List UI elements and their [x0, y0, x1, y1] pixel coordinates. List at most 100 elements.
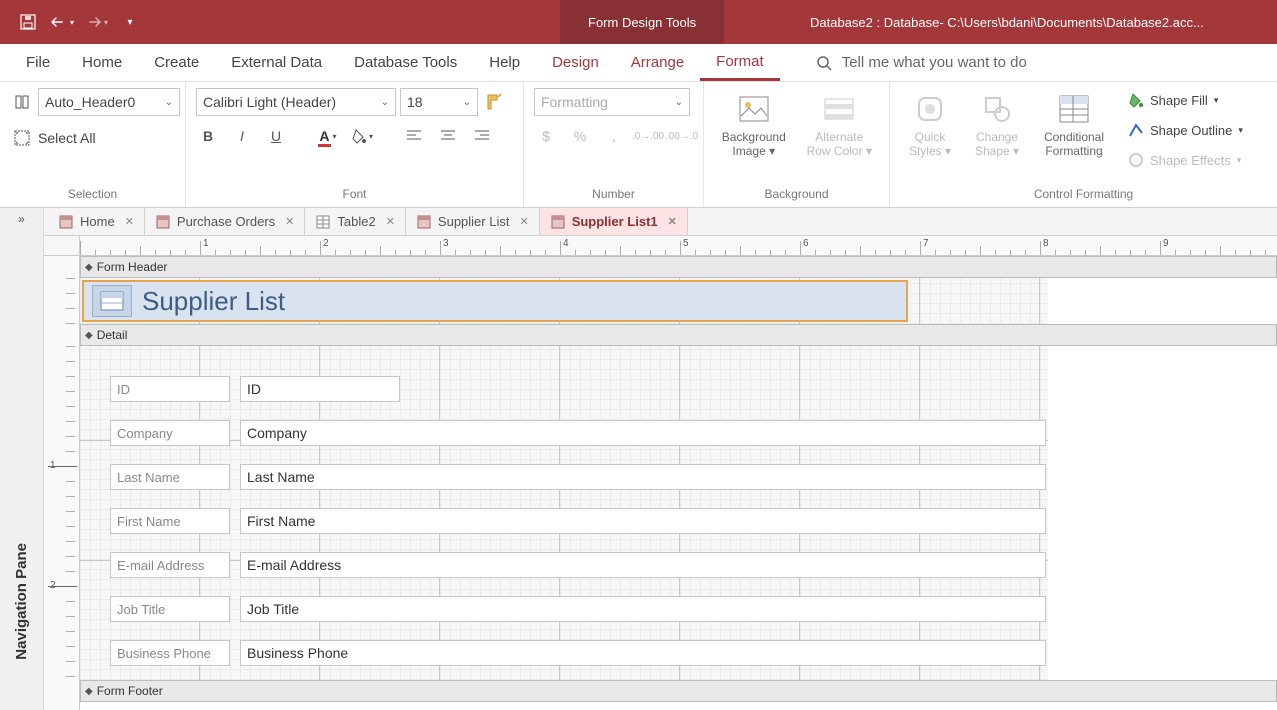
tell-me-label: Tell me what you want to do: [842, 54, 1027, 71]
tab-external-data[interactable]: External Data: [215, 46, 338, 79]
object-selector[interactable]: Auto_Header0 ⌄: [38, 88, 180, 116]
navigation-pane-collapsed[interactable]: » Navigation Pane: [0, 208, 44, 710]
font-color-button[interactable]: A ▾: [316, 124, 340, 148]
close-icon[interactable]: ✕: [668, 215, 677, 228]
section-bar-form-footer[interactable]: ◆ Form Footer: [80, 680, 1277, 702]
decrease-decimals-button: .00→.0: [670, 124, 694, 148]
form-design-canvas[interactable]: ◆ Form Header Supplier List ◆ Detail: [80, 256, 1277, 710]
outline-icon: [1128, 122, 1144, 138]
horizontal-ruler[interactable]: 123456789: [80, 236, 1277, 256]
doc-tab-supplier-list[interactable]: Supplier List ✕: [406, 208, 540, 235]
qat-customize-icon[interactable]: ▾: [116, 8, 144, 36]
italic-button[interactable]: I: [230, 124, 254, 148]
chevron-down-icon: ⌄: [165, 97, 173, 108]
align-center-button[interactable]: [436, 124, 460, 148]
underline-button[interactable]: U: [264, 124, 288, 148]
field-control[interactable]: Company: [240, 420, 1046, 446]
doc-tab-label: Supplier List1: [572, 214, 658, 229]
number-format-value: Formatting: [541, 94, 608, 110]
form-title-control[interactable]: Supplier List: [82, 280, 908, 322]
table-icon: [315, 214, 331, 230]
form-icon: [550, 214, 566, 230]
tab-format[interactable]: Format: [700, 45, 780, 81]
ruler-corner[interactable]: [44, 236, 80, 256]
form-icon: [155, 214, 171, 230]
field-label[interactable]: E-mail Address: [110, 552, 230, 578]
shape-outline-button[interactable]: Shape Outline ▾: [1128, 118, 1243, 142]
align-right-button[interactable]: [470, 124, 494, 148]
redo-button[interactable]: ▾: [82, 8, 110, 36]
doc-tab-table2[interactable]: Table2 ✕: [305, 208, 406, 235]
tab-design[interactable]: Design: [536, 46, 615, 79]
close-icon[interactable]: ✕: [386, 215, 395, 228]
field-label[interactable]: Company: [110, 420, 230, 446]
fill-color-button[interactable]: ▾: [350, 124, 374, 148]
doc-tab-label: Supplier List: [438, 214, 510, 229]
alt-row-color-label: Alternate Row Color: [807, 130, 864, 158]
section-bar-form-header[interactable]: ◆ Form Header: [80, 256, 1277, 278]
form-logo-icon[interactable]: [92, 285, 132, 317]
field-control[interactable]: E-mail Address: [240, 552, 1046, 578]
conditional-formatting-button[interactable]: Conditional Formatting: [1034, 88, 1114, 162]
field-control[interactable]: Business Phone: [240, 640, 1046, 666]
select-object-icon[interactable]: [10, 90, 34, 114]
shape-fill-button[interactable]: Shape Fill ▾: [1128, 88, 1243, 112]
font-face-value: Calibri Light (Header): [203, 94, 336, 110]
image-icon: [737, 92, 771, 126]
undo-button[interactable]: ▾: [48, 8, 76, 36]
field-control[interactable]: First Name: [240, 508, 1046, 534]
close-icon[interactable]: ✕: [519, 215, 528, 228]
thousands-button: ,: [602, 124, 626, 148]
navigation-pane-label: Navigation Pane: [13, 543, 30, 660]
font-size-value: 18: [407, 94, 423, 110]
group-label-control-formatting: Control Formatting: [900, 185, 1267, 205]
tab-create[interactable]: Create: [138, 46, 215, 79]
ribbon-tabs: File Home Create External Data Database …: [0, 44, 1277, 82]
chevron-down-icon: ⌄: [675, 97, 683, 108]
percent-button: %: [568, 124, 592, 148]
tab-arrange[interactable]: Arrange: [615, 46, 700, 79]
close-icon[interactable]: ✕: [125, 215, 134, 228]
field-label[interactable]: Business Phone: [110, 640, 230, 666]
form-icon: [416, 214, 432, 230]
expand-pane-icon[interactable]: »: [18, 212, 25, 226]
section-label: Form Footer: [97, 684, 163, 698]
table-rows-icon: [822, 92, 856, 126]
field-control[interactable]: Job Title: [240, 596, 1046, 622]
section-bar-detail[interactable]: ◆ Detail: [80, 324, 1277, 346]
form-icon: [58, 214, 74, 230]
close-icon[interactable]: ✕: [285, 215, 294, 228]
format-painter-button[interactable]: [482, 90, 506, 114]
section-label: Detail: [97, 328, 128, 342]
bold-button[interactable]: B: [196, 124, 220, 148]
tab-home[interactable]: Home: [66, 46, 138, 79]
change-shape-icon: [980, 92, 1014, 126]
tell-me-search[interactable]: Tell me what you want to do: [816, 54, 1027, 71]
font-face-selector[interactable]: Calibri Light (Header) ⌄: [196, 88, 396, 116]
section-label: Form Header: [97, 260, 168, 274]
save-icon[interactable]: [14, 8, 42, 36]
ribbon: Auto_Header0 ⌄ Select All Selection Cali…: [0, 82, 1277, 208]
tab-help[interactable]: Help: [473, 46, 536, 79]
doc-tab-purchase-orders[interactable]: Purchase Orders ✕: [145, 208, 305, 235]
background-image-label: Background Image: [722, 130, 786, 158]
section-collapse-icon: ◆: [85, 330, 93, 341]
field-control[interactable]: Last Name: [240, 464, 1046, 490]
field-label[interactable]: Job Title: [110, 596, 230, 622]
doc-tab-supplier-list1[interactable]: Supplier List1 ✕: [540, 208, 688, 235]
field-label[interactable]: Last Name: [110, 464, 230, 490]
align-left-button[interactable]: [402, 124, 426, 148]
currency-button: $: [534, 124, 558, 148]
select-all-button[interactable]: Select All: [10, 126, 96, 150]
font-size-selector[interactable]: 18 ⌄: [400, 88, 478, 116]
field-label[interactable]: ID: [110, 376, 230, 402]
group-label-font: Font: [196, 185, 513, 205]
tab-file[interactable]: File: [10, 46, 66, 79]
field-label[interactable]: First Name: [110, 508, 230, 534]
vertical-ruler[interactable]: 12: [44, 256, 80, 710]
fill-icon: [1128, 92, 1144, 108]
background-image-button[interactable]: Background Image ▾: [714, 88, 794, 162]
tab-database-tools[interactable]: Database Tools: [338, 46, 473, 79]
doc-tab-home[interactable]: Home ✕: [48, 208, 145, 235]
field-control[interactable]: ID: [240, 376, 400, 402]
